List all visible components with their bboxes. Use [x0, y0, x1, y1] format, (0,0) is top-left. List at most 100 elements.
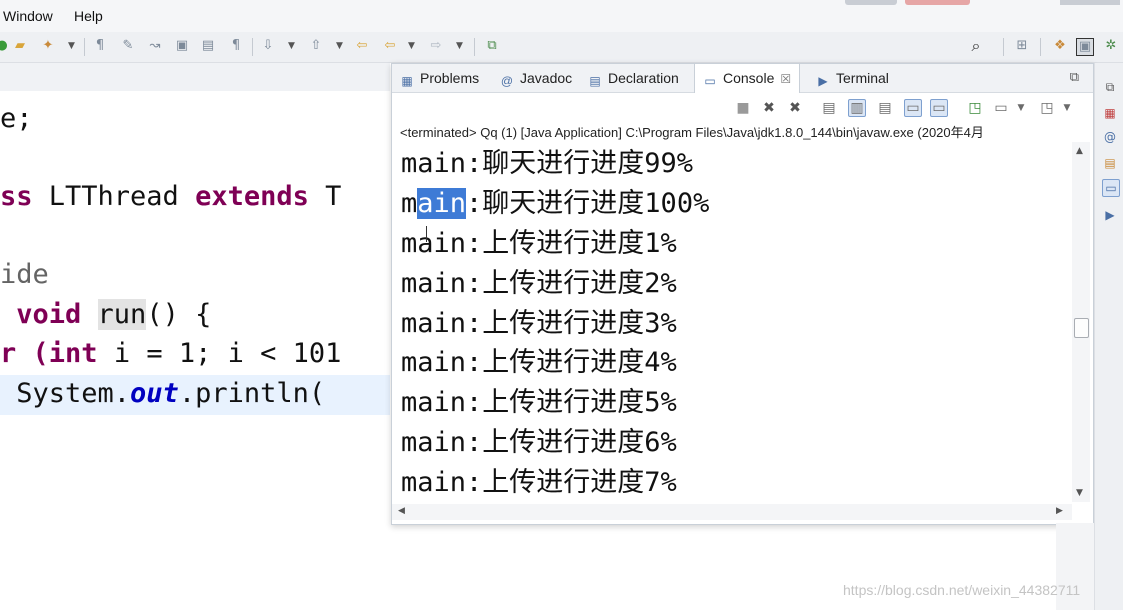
pin-console-icon[interactable]: ◳ — [966, 99, 984, 117]
output-line: main:上传进行进度7% — [401, 467, 677, 498]
show-stderr-icon[interactable]: ▭ — [930, 99, 948, 117]
code-editor[interactable]: e; ss LTThread extends T ide void run() … — [0, 63, 390, 610]
problems-icon: ▦ — [401, 74, 413, 88]
view-tab-bar: ▦ Problems @ Javadoc ▤ Declaration ▭ Console… — [392, 63, 1093, 93]
toolbar-separator — [474, 38, 475, 56]
open-console-icon[interactable]: ◳ — [1038, 99, 1056, 117]
window-control-hint-close — [905, 0, 970, 5]
open-view-icon[interactable]: ⧉ — [484, 38, 500, 54]
terminate-icon[interactable]: ■ — [734, 99, 752, 117]
debug-perspective-icon[interactable]: ▣ — [1076, 38, 1094, 56]
output-line: main:聊天进行进度99% — [401, 148, 694, 179]
code-line: e; — [0, 103, 33, 134]
console-toolbar: ■ ✖ ✖ ▤ ▥ ▤ ▭ ▭ ◳ ▭ ▼ ◳ ▼ — [392, 93, 1093, 121]
menu-window[interactable]: Window — [3, 8, 53, 24]
console-icon[interactable]: ▭ — [1102, 179, 1120, 197]
horizontal-scrollbar[interactable]: ◀ ▶ — [392, 504, 1072, 520]
editor-tab-strip — [0, 63, 390, 91]
scrollbar-thumb[interactable] — [1074, 318, 1089, 338]
tab-declaration[interactable]: ▤ Declaration — [588, 64, 679, 92]
code-line: System.out.println( — [0, 378, 326, 409]
run-icon[interactable]: ● — [0, 38, 10, 54]
terminal-icon[interactable]: ▶ — [1102, 207, 1118, 223]
tab-problems[interactable]: ▦ Problems — [400, 64, 479, 92]
code-line: r (int i = 1; i < 101 — [0, 338, 342, 369]
tab-console[interactable]: ▭ Console ☒ — [694, 63, 801, 93]
problems-icon[interactable]: ▦ — [1102, 105, 1118, 121]
watermark: https://blog.csdn.net/weixin_44382711 — [843, 582, 1081, 598]
arrow-icon[interactable]: ↝ — [147, 38, 163, 54]
bookmark-icon[interactable]: ▣ — [174, 38, 190, 54]
process-label: <terminated> Qq (1) [Java Application] C… — [400, 125, 984, 140]
javadoc-icon: @ — [500, 74, 514, 88]
next-annotation-icon[interactable]: ⇩ — [260, 38, 276, 54]
scroll-right-icon[interactable]: ▶ — [1056, 506, 1063, 516]
remove-all-icon[interactable]: ✖ — [786, 99, 804, 117]
tab-javadoc[interactable]: @ Javadoc — [500, 64, 572, 92]
chevron-down-icon[interactable]: ▼ — [408, 38, 415, 54]
terminal-icon: ▶ — [818, 74, 828, 88]
code-line: ss LTThread extends T — [0, 181, 342, 212]
text-selection: ain — [417, 188, 467, 219]
chevron-down-icon[interactable]: ▼ — [1012, 99, 1030, 117]
chevron-down-icon[interactable]: ▼ — [336, 38, 343, 54]
right-trim-stack: ⧉ ▦ @ ▤ ▭ ▶ — [1094, 63, 1123, 610]
open-folder-icon[interactable]: ▰ — [12, 38, 28, 54]
output-line: main:聊天进行进度100% — [401, 188, 710, 219]
menu-help[interactable]: Help — [74, 8, 103, 24]
text-cursor — [426, 226, 427, 242]
show-stdout-icon[interactable]: ▭ — [904, 99, 922, 117]
tab-terminal[interactable]: ▶ Terminal — [816, 64, 889, 92]
console-view: ▦ Problems @ Javadoc ▤ Declaration ▭ Console… — [391, 63, 1094, 525]
code-line: ide — [0, 259, 49, 290]
declaration-icon[interactable]: ▤ — [1102, 155, 1118, 171]
remove-launch-icon[interactable]: ✖ — [760, 99, 778, 117]
output-line: main:上传进行进度5% — [401, 387, 677, 418]
minimize-icon[interactable]: ⧉ — [1070, 70, 1079, 85]
word-wrap-icon[interactable]: ▤ — [876, 99, 894, 117]
annotation-icon[interactable]: ¶ — [92, 38, 108, 54]
window-control-hint-right — [1060, 0, 1120, 5]
search-icon[interactable]: ⌕ — [968, 38, 984, 54]
main-toolbar: ● ▰ ✦ ▼ ¶ ✎ ↝ ▣ ▤ ¶ ⇩ ▼ ⇧ ▼ ⇦ ⇦ ▼ ⇨ ▼ ⧉ … — [0, 32, 1123, 63]
console-output[interactable]: main:聊天进行进度99% main:聊天进行进度100% main:上传进行… — [392, 142, 1070, 502]
scroll-lock-icon[interactable]: ▥ — [848, 99, 866, 117]
menu-bar: Window Help — [0, 0, 1123, 32]
bug-icon[interactable]: ✲ — [1103, 38, 1119, 54]
toolbar-separator — [252, 38, 253, 56]
scroll-down-icon[interactable]: ▼ — [1076, 488, 1083, 498]
back-icon[interactable]: ⇦ — [354, 38, 370, 54]
forward-icon[interactable]: ⇨ — [428, 38, 444, 54]
pilcrow-icon[interactable]: ¶ — [228, 38, 244, 54]
marker-icon[interactable]: ✎ — [120, 38, 136, 54]
toolbar-separator — [1040, 38, 1041, 56]
prev-annotation-icon[interactable]: ⇧ — [308, 38, 324, 54]
toolbar-separator — [84, 38, 85, 56]
java-perspective-icon[interactable]: ❖ — [1052, 38, 1068, 54]
console-icon: ▭ — [704, 74, 716, 88]
output-line: main:上传进行进度2% — [401, 268, 677, 299]
scroll-left-icon[interactable]: ◀ — [398, 506, 405, 516]
display-console-icon[interactable]: ▭ — [992, 99, 1010, 117]
close-icon[interactable]: ☒ — [780, 72, 791, 86]
perspective-icon[interactable]: ⊞ — [1014, 38, 1030, 54]
chevron-down-icon[interactable]: ▼ — [68, 38, 75, 54]
chevron-down-icon[interactable]: ▼ — [288, 38, 295, 54]
output-line: main:上传进行进度1% — [401, 228, 677, 259]
code-line: void run() { — [0, 299, 212, 330]
output-line: main:上传进行进度6% — [401, 427, 677, 458]
restore-icon[interactable]: ⧉ — [1102, 79, 1118, 95]
toolbar-separator — [1003, 38, 1004, 56]
chevron-down-icon[interactable]: ▼ — [456, 38, 463, 54]
back-arrow-icon[interactable]: ⇦ — [382, 38, 398, 54]
launch-icon[interactable]: ✦ — [40, 38, 56, 54]
clear-console-icon[interactable]: ▤ — [820, 99, 838, 117]
declaration-icon: ▤ — [589, 74, 601, 88]
scroll-up-icon[interactable]: ▲ — [1076, 146, 1083, 156]
window-control-hint — [845, 0, 897, 5]
vertical-scrollbar[interactable]: ▲ ▼ — [1072, 142, 1090, 502]
output-line: main:上传进行进度4% — [401, 347, 677, 378]
javadoc-icon[interactable]: @ — [1102, 129, 1118, 145]
page-icon[interactable]: ▤ — [200, 38, 216, 54]
chevron-down-icon[interactable]: ▼ — [1058, 99, 1076, 117]
